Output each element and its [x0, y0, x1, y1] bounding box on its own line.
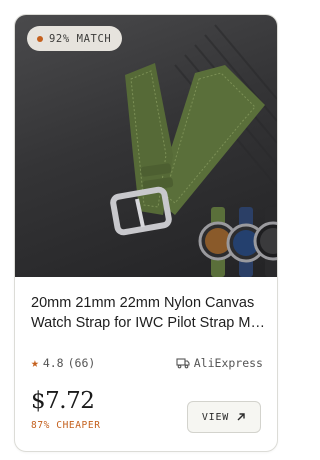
- truck-icon: [176, 358, 190, 369]
- watch-strap-image: [110, 24, 277, 277]
- product-title[interactable]: 20mm 21mm 22mm Nylon Canvas Watch Strap …: [31, 293, 267, 333]
- match-badge-label: 92% MATCH: [49, 32, 112, 45]
- match-badge: 92% MATCH: [27, 26, 123, 51]
- rating: ★ 4.8 (66): [31, 356, 95, 370]
- arrow-up-right-icon: [237, 413, 245, 421]
- store: AliExpress: [176, 356, 263, 370]
- store-name: AliExpress: [193, 356, 263, 370]
- product-card[interactable]: 92% MATCH 20mm 21mm 22mm Nylon Canvas Wa…: [14, 14, 278, 452]
- product-meta: ★ 4.8 (66) AliExpress: [31, 354, 263, 372]
- star-icon: ★: [31, 355, 39, 371]
- view-button-label: VIEW: [201, 411, 230, 423]
- savings-label: 87% CHEAPER: [31, 420, 101, 431]
- view-button[interactable]: VIEW: [187, 401, 261, 433]
- review-count: (66): [67, 356, 96, 370]
- price: $7.72: [31, 388, 95, 414]
- rating-value: 4.8: [42, 356, 64, 370]
- status-dot-icon: [37, 35, 43, 42]
- product-image[interactable]: 92% MATCH: [15, 15, 277, 277]
